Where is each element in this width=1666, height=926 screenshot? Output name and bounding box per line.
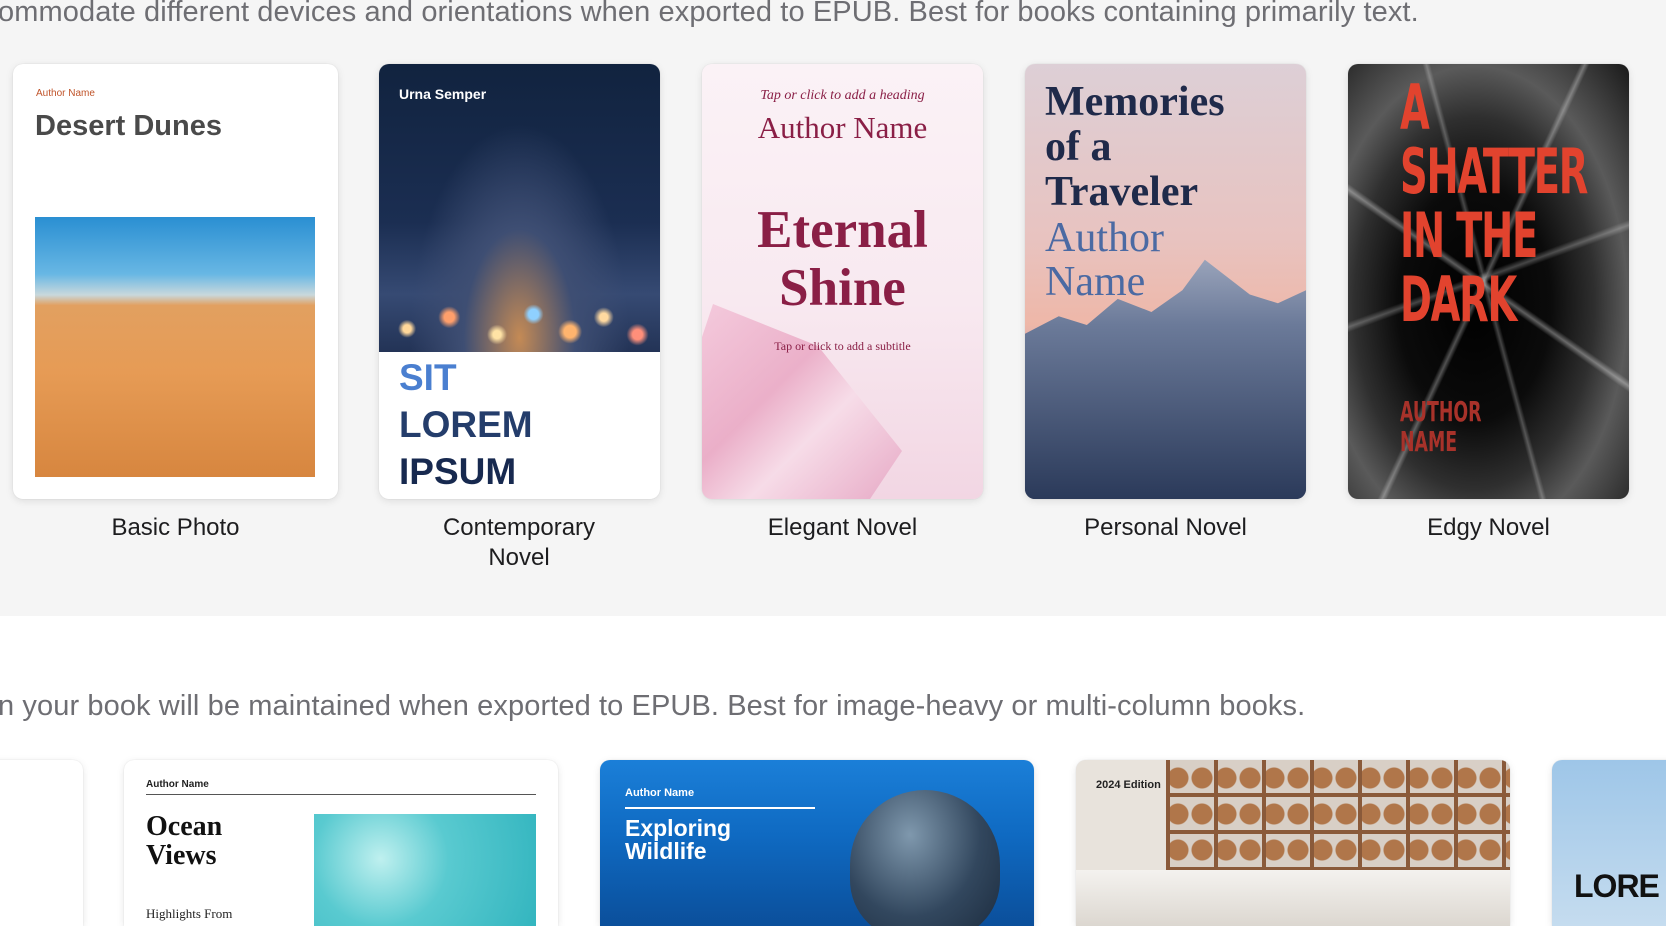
cover-title-line-2: LOREM bbox=[399, 404, 533, 445]
cover-title-line-3: IPSUM bbox=[399, 451, 517, 492]
cover-rule bbox=[146, 794, 536, 795]
cover-title: A SHATTER IN THE DARK bbox=[1400, 71, 1588, 336]
cover-author: Urna Semper bbox=[399, 86, 487, 102]
template-caption-contemporary-novel[interactable]: Contemporary Novel bbox=[419, 513, 619, 573]
template-edgy-novel[interactable]: A SHATTER IN THE DARK AUTHOR NAME bbox=[1348, 64, 1629, 499]
cover-author: Author Name bbox=[625, 787, 695, 799]
cover-title: Exploring Wildlife bbox=[625, 815, 732, 864]
cover-subtitle: Tap or click to add a subtitle bbox=[774, 339, 911, 353]
template-personal-novel[interactable]: Memories of a Traveler Author Name bbox=[1025, 64, 1306, 499]
cover-heading: Tap or click to add a heading bbox=[760, 88, 925, 103]
cover-title: Eternal Shine bbox=[757, 201, 928, 317]
cover-subtitle: Highlights From bbox=[146, 906, 233, 921]
reflowable-description: ommodate different devices and orientati… bbox=[0, 0, 1419, 28]
template-partial-right[interactable]: LORE bbox=[1552, 760, 1666, 926]
seal-photo bbox=[850, 790, 1000, 926]
template-caption-edgy-novel[interactable]: Edgy Novel bbox=[1348, 513, 1629, 543]
cover-title: Desert Dunes bbox=[35, 110, 222, 142]
cover-rule bbox=[625, 807, 815, 809]
cover-title: Memories of a Traveler bbox=[1045, 79, 1225, 215]
template-caption-elegant-novel[interactable]: Elegant Novel bbox=[702, 513, 983, 543]
template-bakery[interactable]: 2024 Edition bbox=[1076, 760, 1510, 926]
bakery-shelves-photo bbox=[1166, 760, 1510, 870]
cover-author: Author Name bbox=[36, 88, 95, 99]
cover-title: Ocean Views bbox=[146, 811, 223, 871]
cover-title-line-1: SIT bbox=[399, 357, 457, 398]
template-caption-personal-novel[interactable]: Personal Novel bbox=[1025, 513, 1306, 543]
cover-author: Author Name bbox=[1045, 215, 1164, 305]
template-partial-left[interactable] bbox=[0, 760, 83, 926]
cover-author: Author Name bbox=[146, 779, 209, 790]
template-elegant-novel[interactable]: Tap or click to add a heading Author Nam… bbox=[702, 64, 983, 499]
desert-photo bbox=[35, 217, 315, 477]
bakery-counter-photo bbox=[1076, 870, 1510, 926]
cover-author: AUTHOR NAME bbox=[1400, 395, 1482, 458]
template-ocean-views[interactable]: Author Name Ocean Views Highlights From bbox=[124, 760, 558, 926]
fixed-layout-description: n your book will be maintained when expo… bbox=[0, 690, 1306, 722]
city-lights bbox=[379, 294, 660, 352]
template-contemporary-novel[interactable]: Urna Semper SIT LOREM IPSUM bbox=[379, 64, 660, 499]
crystal-image bbox=[702, 304, 902, 499]
cover-author: Author Name bbox=[757, 110, 928, 145]
ocean-photo bbox=[314, 814, 536, 926]
cover-title: LORE bbox=[1574, 868, 1660, 904]
template-caption-basic-photo[interactable]: Basic Photo bbox=[13, 513, 338, 543]
cover-edition: 2024 Edition bbox=[1096, 779, 1161, 791]
template-exploring-wildlife[interactable]: Author Name Exploring Wildlife bbox=[600, 760, 1034, 926]
template-basic-photo[interactable]: Author Name Desert Dunes bbox=[13, 64, 338, 499]
